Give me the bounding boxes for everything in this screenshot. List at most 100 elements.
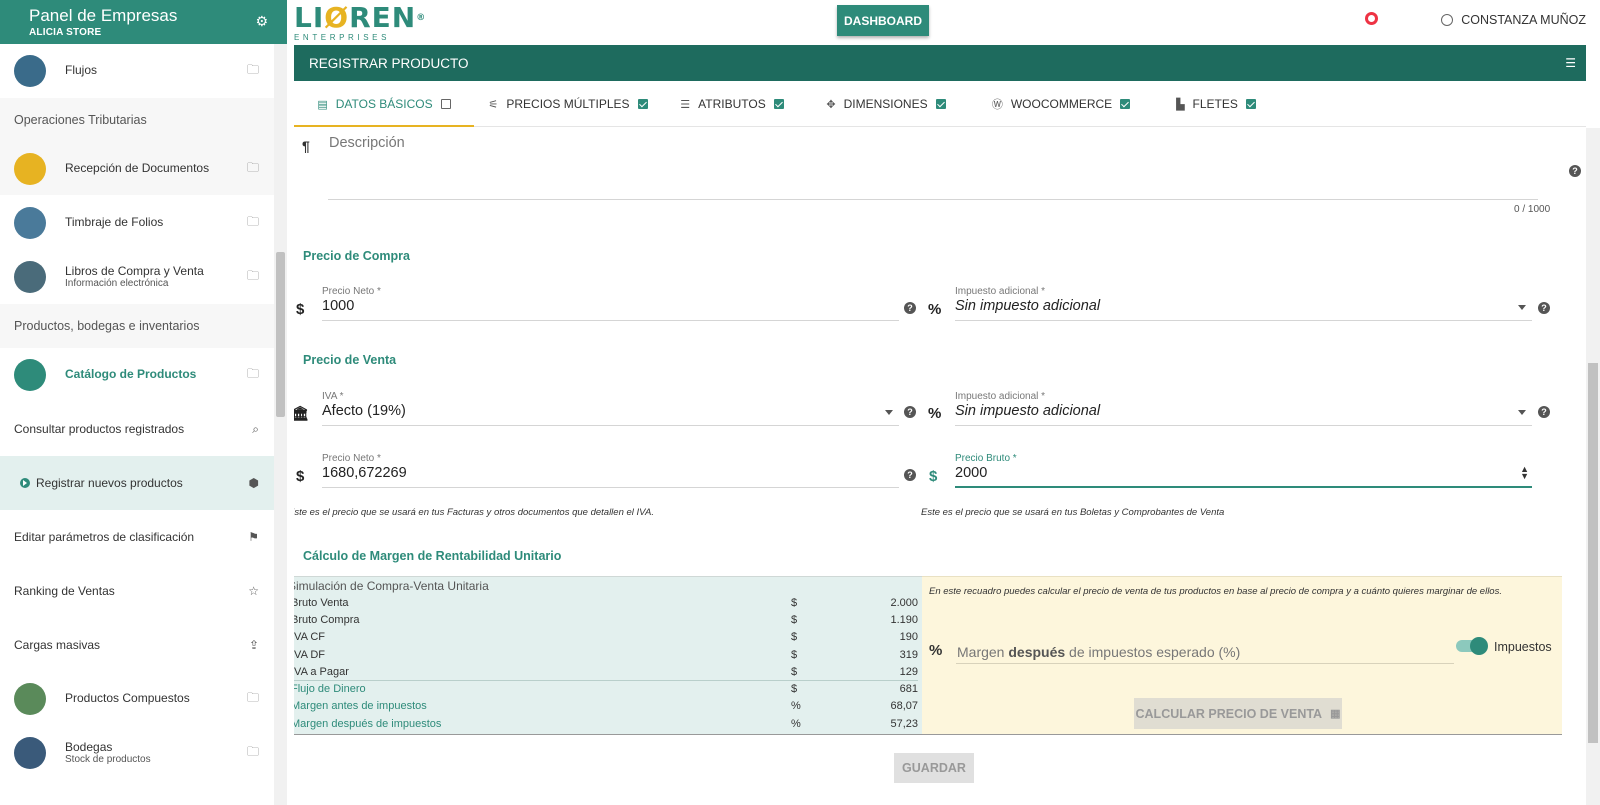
dashboard-button[interactable]: DASHBOARD xyxy=(837,5,929,36)
chevron-down-icon[interactable] xyxy=(1518,410,1526,415)
folder-icon: 🗀 xyxy=(246,160,259,174)
tab-fletes[interactable]: ▙ FLETES xyxy=(1152,82,1280,126)
menu-action-icon: ⇪ xyxy=(248,638,259,652)
dollar-icon: $ xyxy=(929,468,938,485)
topbar: LIØREN® ENTERPRISES DASHBOARD CONSTANZA … xyxy=(287,0,1600,44)
store-name: ALICIA STORE xyxy=(29,27,102,38)
taxes-toggle[interactable] xyxy=(1456,637,1488,655)
main-scroll-thumb[interactable] xyxy=(1588,363,1598,743)
purchase-additional-tax-value: Sin impuesto adicional xyxy=(955,298,1101,314)
tab-precios-m-ltiples[interactable]: ⚟ PRECIOS MÚLTIPLES xyxy=(474,82,662,126)
sidebar-item[interactable]: Flujos 🗀 xyxy=(0,44,279,98)
sidebar-subitem[interactable]: Editar parámetros de clasificación ⚑ xyxy=(0,510,279,564)
menu-action-icon: ⬢ xyxy=(248,476,259,490)
sidebar-item[interactable]: Libros de Compra y Venta Información elec… xyxy=(0,250,279,304)
tab-dimensiones[interactable]: ✥ DIMENSIONES xyxy=(802,82,970,126)
gross-price-value[interactable]: 2000 xyxy=(955,465,987,481)
chevron-down-icon[interactable] xyxy=(885,410,893,415)
tab-checkbox xyxy=(935,99,946,109)
tab-checkbox xyxy=(773,99,784,109)
save-button[interactable]: GUARDAR xyxy=(894,753,974,783)
tab-woocommerce[interactable]: Ⓦ WOOCOMMERCE xyxy=(970,82,1152,126)
chevron-down-icon[interactable] xyxy=(1518,305,1526,310)
purchase-price-title: Precio de Compra xyxy=(303,249,410,263)
iva-value: Afecto (19%) xyxy=(322,403,406,419)
tab-atributos[interactable]: ☰ ATRIBUTOS xyxy=(662,82,802,126)
description-field[interactable]: Descripción xyxy=(329,135,405,151)
margin-calculator: En este recuadro puedes calcular el prec… xyxy=(922,576,1562,735)
dollar-icon: $ xyxy=(296,301,305,318)
sidebar-subitem[interactable]: Consultar productos registrados ⌕ xyxy=(0,402,279,456)
move-icon: ✥ xyxy=(826,98,836,111)
module-icon xyxy=(14,54,46,87)
module-icon xyxy=(14,358,46,391)
user-name: CONSTANZA MUÑOZ xyxy=(1461,13,1586,27)
sliders-icon: ⚟ xyxy=(488,98,499,111)
sidebar-subitem[interactable]: Cargas masivas ⇪ xyxy=(0,618,279,672)
sidebar-scroll-thumb[interactable] xyxy=(276,252,285,417)
percent-icon: % xyxy=(928,301,942,318)
purchase-net-price-field[interactable]: Precio Neto * 1000 xyxy=(322,281,899,321)
help-icon[interactable]: ? xyxy=(904,469,916,481)
main-scrollbar[interactable] xyxy=(1586,128,1600,805)
folder-icon: 🗀 xyxy=(246,366,259,380)
simulation-row: Bruto Compra $1.190 xyxy=(294,613,918,626)
module-icon xyxy=(14,260,46,293)
simulation-title: Simulación de Compra-Venta Unitaria xyxy=(294,579,489,593)
help-icon[interactable]: ? xyxy=(1569,165,1581,177)
sidebar-item[interactable]: Timbraje de Folios 🗀 xyxy=(0,196,279,250)
expected-margin-underline xyxy=(956,663,1454,664)
sidebar-item[interactable]: Catálogo de Productos 🗀 xyxy=(0,348,279,402)
gear-icon[interactable]: ⚙ xyxy=(255,13,268,30)
card-icon: ▤ xyxy=(317,98,328,111)
calculate-sale-price-button[interactable]: CALCULAR PRECIO DE VENTA ▦ xyxy=(1134,698,1342,729)
list-icon: ☰ xyxy=(680,98,691,111)
lioren-logo[interactable]: LIØREN® ENTERPRISES xyxy=(294,4,426,43)
menu-action-icon: ☆ xyxy=(248,584,259,598)
simulation-row: IVA CF $190 xyxy=(294,631,918,644)
expected-margin-input[interactable]: Margen después de impuestos esperado (%) xyxy=(957,644,1240,660)
gross-price-hint: Este es el precio que se usará en tus Bo… xyxy=(921,507,1225,518)
gross-price-field[interactable]: Precio Bruto * 2000 ▲ ▼ xyxy=(955,448,1532,488)
folder-icon: 🗀 xyxy=(246,214,259,228)
help-icon[interactable]: ? xyxy=(1538,406,1550,418)
module-icon xyxy=(14,152,46,185)
tab-datos-b-sicos[interactable]: ▤ DATOS BÁSICOS xyxy=(294,82,474,127)
calculator-info: En este recuadro puedes calcular el prec… xyxy=(929,586,1502,597)
sidebar-item[interactable]: Productos Compuestos 🗀 xyxy=(0,672,279,726)
tab-bar: ▤ DATOS BÁSICOS ⚟ PRECIOS MÚLTIPLES ☰ ATRIBUT… xyxy=(294,82,1586,127)
folder-icon: 🗀 xyxy=(246,690,259,704)
simulation-row: Bruto Venta $2.000 xyxy=(294,596,918,609)
sidebar-subitem[interactable]: Ranking de Ventas ☆ xyxy=(0,564,279,618)
help-icon[interactable]: ? xyxy=(904,302,916,314)
list-menu-icon[interactable]: ☰ xyxy=(1565,56,1576,70)
simulation-row: Margen después de impuestos% 57,23 xyxy=(294,717,918,730)
description-underline xyxy=(328,199,1538,200)
simulation-row: IVA a Pagar $129 xyxy=(294,665,918,678)
sale-net-price-value[interactable]: 1680,672269 xyxy=(322,465,407,481)
sale-additional-tax-select[interactable]: Impuesto adicional * Sin impuesto adicio… xyxy=(955,386,1532,426)
purchase-additional-tax-select[interactable]: Impuesto adicional * Sin impuesto adicio… xyxy=(955,281,1532,321)
module-icon xyxy=(14,206,46,239)
sale-additional-tax-value: Sin impuesto adicional xyxy=(955,403,1101,419)
sidebar-subitem[interactable]: Registrar nuevos productos ⬢ xyxy=(0,456,279,510)
help-icon[interactable]: ? xyxy=(1538,302,1550,314)
purchase-net-price-value[interactable]: 1000 xyxy=(322,298,354,314)
number-spinner[interactable]: ▲ ▼ xyxy=(1520,465,1529,481)
sale-price-title: Precio de Venta xyxy=(303,353,397,367)
sidebar-menu: Flujos 🗀 Operaciones Tributarias Recepción … xyxy=(0,44,279,780)
sidebar-scrollbar[interactable] xyxy=(274,44,287,805)
sidebar-item[interactable]: Bodegas Stock de productos 🗀 xyxy=(0,726,279,780)
help-icon[interactable]: ? xyxy=(904,406,916,418)
sale-net-price-field[interactable]: Precio Neto * 1680,672269 xyxy=(322,448,899,488)
sidebar-header: Panel de Empresas ALICIA STORE ⚙ xyxy=(0,0,287,44)
page-title-bar: REGISTRAR PRODUCTO ☰ xyxy=(294,45,1586,81)
user-menu[interactable]: CONSTANZA MUÑOZ xyxy=(1441,13,1586,27)
product-form: ¶ Descripción ? 0 / 1000 Precio de Compr… xyxy=(294,128,1586,805)
iva-select[interactable]: IVA * Afecto (19%) xyxy=(322,386,899,426)
lifebuoy-icon[interactable] xyxy=(1365,12,1378,25)
sidebar-item[interactable]: Recepción de Documentos 🗀 xyxy=(0,142,279,196)
tab-checkbox xyxy=(440,99,451,109)
tab-checkbox xyxy=(637,99,648,109)
dollar-icon: $ xyxy=(296,468,305,485)
